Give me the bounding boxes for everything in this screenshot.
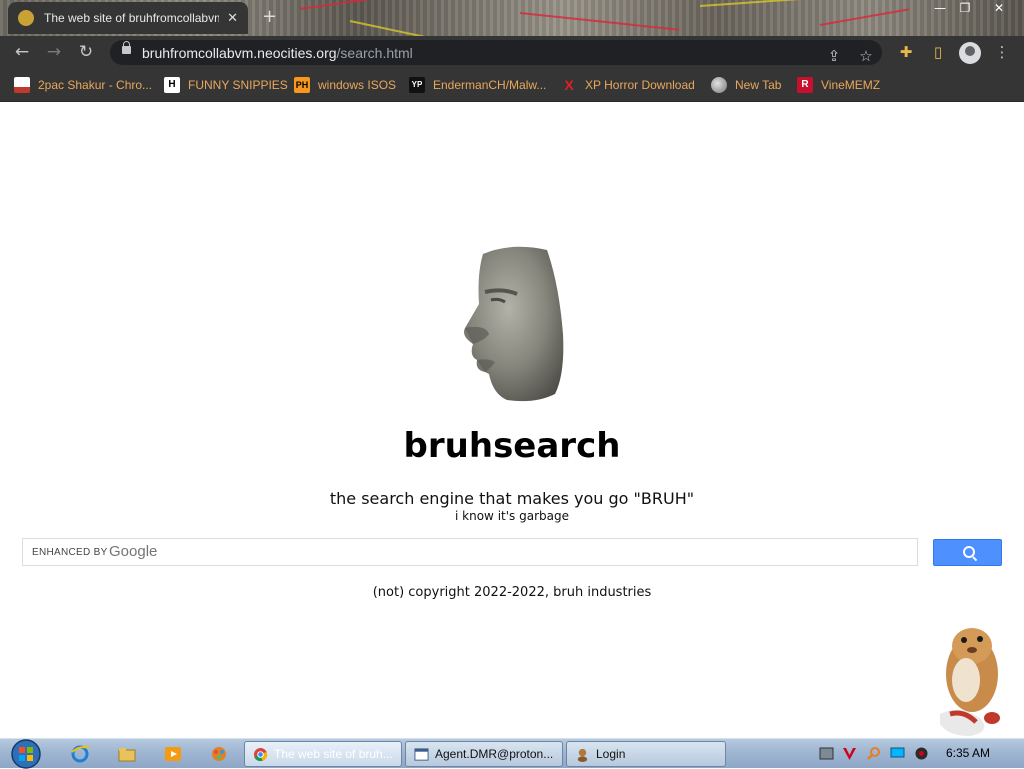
taskbar-clock[interactable]: 6:35 AM xyxy=(946,746,990,760)
media-player-icon[interactable] xyxy=(163,744,183,764)
taskbar-window-chrome[interactable]: The web site of bruh... xyxy=(244,741,402,767)
search-tray-icon[interactable] xyxy=(866,746,881,761)
url-host: bruhfromcollabvm.neocities.org xyxy=(142,45,337,61)
side-panel-icon[interactable]: ▯ xyxy=(926,40,950,64)
moai-head-image xyxy=(464,246,564,402)
browser-toolbar: ← → ↻ bruhfromcollabvm.neocities.org/sea… xyxy=(0,36,1024,68)
subtagline: i know it's garbage xyxy=(455,509,569,523)
antivirus-tray-icon[interactable] xyxy=(842,746,857,761)
browser-tab[interactable]: The web site of bruhfromcollabvm ✕ xyxy=(8,2,248,34)
site-favicon-icon xyxy=(18,10,34,26)
taskbar-window-label: Agent.DMR@proton... xyxy=(435,747,554,761)
tagline: the search engine that makes you go "BRU… xyxy=(329,489,695,508)
start-button[interactable] xyxy=(8,739,44,769)
search-icon xyxy=(963,546,975,558)
login-icon xyxy=(577,748,588,762)
window-titlebar: The web site of bruhfromcollabvm ✕ + — ❐… xyxy=(0,0,1024,36)
url-path: /search.html xyxy=(336,45,413,61)
enhanced-by-label: ENHANCED BY xyxy=(32,547,108,558)
close-window-button[interactable]: ✕ xyxy=(984,0,1014,18)
file-explorer-icon[interactable] xyxy=(117,744,137,764)
bookmark-item[interactable]: H FUNNY SNIPPIES xyxy=(164,76,288,94)
extensions-icon[interactable]: ✚ xyxy=(894,40,918,64)
taskbar-window-email[interactable]: Agent.DMR@proton... xyxy=(405,741,563,767)
taskbar-window-label: Login xyxy=(596,747,626,761)
window-icon xyxy=(414,747,429,761)
bookmark-label: XP Horror Download xyxy=(585,78,695,92)
bookmark-item[interactable]: YP EndermanCH/Malw... xyxy=(409,76,546,94)
r-icon: R xyxy=(797,77,813,93)
tab-close-icon[interactable]: ✕ xyxy=(227,11,238,26)
network-tray-icon[interactable] xyxy=(819,746,834,761)
page-title: bruhsearch xyxy=(403,426,621,466)
bookmark-label: VineMEMZ xyxy=(821,78,881,92)
volume-tray-icon[interactable] xyxy=(914,746,929,761)
wallpaper-scribble xyxy=(519,12,680,31)
windows-taskbar: The web site of bruh... Agent.DMR@proton… xyxy=(0,738,1024,769)
bookmark-label: New Tab xyxy=(735,78,782,92)
bookmark-item[interactable]: PH windows ISOS xyxy=(294,76,396,94)
bookmark-item[interactable]: X XP Horror Download xyxy=(561,76,695,94)
wallpaper-scribble xyxy=(699,0,840,7)
url-text[interactable]: bruhfromcollabvm.neocities.org/search.ht… xyxy=(142,45,413,61)
x-icon: X xyxy=(564,77,574,93)
google-wordmark: Google xyxy=(109,543,158,560)
bookmark-item[interactable]: 2pac Shakur - Chro... xyxy=(14,76,152,94)
bookmark-label: EndermanCH/Malw... xyxy=(433,78,547,92)
search-input[interactable]: ENHANCED BY Google xyxy=(22,538,918,566)
bookmark-label: 2pac Shakur - Chro... xyxy=(38,78,153,92)
paint-app-icon[interactable] xyxy=(209,744,229,764)
address-bar[interactable]: bruhfromcollabvm.neocities.org/search.ht… xyxy=(110,40,882,65)
bookmark-item[interactable]: R VineMEMZ xyxy=(797,76,880,94)
internet-explorer-icon[interactable] xyxy=(70,744,90,764)
forward-button[interactable]: → xyxy=(42,40,66,64)
chrome-menu-icon[interactable]: ⋮ xyxy=(990,40,1014,64)
bookmark-item[interactable]: New Tab xyxy=(711,76,781,94)
tab-title: The web site of bruhfromcollabvm xyxy=(44,11,220,25)
bookmark-star-icon[interactable]: ☆ xyxy=(854,44,878,68)
globe-icon xyxy=(711,77,727,93)
bookmark-label: windows ISOS xyxy=(318,78,397,92)
wallpaper-scribble xyxy=(819,8,909,26)
yp-icon: YP xyxy=(409,77,425,93)
reload-button[interactable]: ↻ xyxy=(74,40,98,64)
h-icon: H xyxy=(164,77,180,93)
bookmark-label: FUNNY SNIPPIES xyxy=(188,78,288,92)
back-button[interactable]: ← xyxy=(10,40,34,64)
bag-icon xyxy=(14,77,30,93)
share-icon[interactable]: ⇪ xyxy=(822,44,846,68)
taskbar-window-login[interactable]: Login xyxy=(566,741,726,767)
lock-icon[interactable] xyxy=(122,41,131,54)
display-tray-icon[interactable] xyxy=(890,746,905,761)
ph-icon: PH xyxy=(294,77,310,93)
hamster-desktop-pet[interactable] xyxy=(930,614,1010,738)
new-tab-button[interactable]: + xyxy=(262,6,277,27)
chrome-icon xyxy=(253,747,268,761)
bookmarks-bar: 2pac Shakur - Chro... H FUNNY SNIPPIES P… xyxy=(0,68,1024,102)
copyright-footer: (not) copyright 2022-2022, bruh industri… xyxy=(372,585,652,600)
maximize-button[interactable]: ❐ xyxy=(950,0,980,18)
search-button[interactable] xyxy=(933,539,1002,566)
profile-avatar[interactable] xyxy=(959,42,981,64)
wallpaper-scribble xyxy=(299,0,419,10)
wallpaper-scribble xyxy=(349,20,439,36)
taskbar-window-label: The web site of bruh... xyxy=(274,747,393,761)
